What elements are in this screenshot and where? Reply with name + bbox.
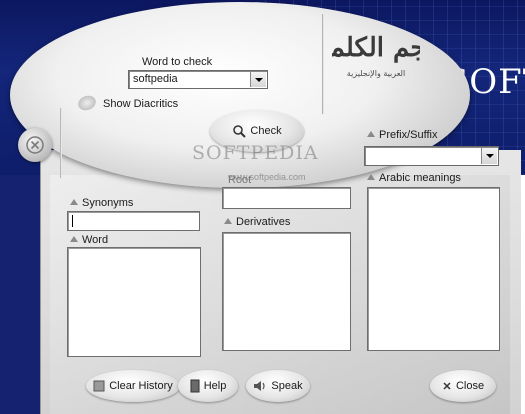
triangle-icon [70,236,78,242]
word-to-check-value: softpedia [133,73,178,85]
document-icon [93,380,105,392]
synonyms-label: Synonyms [70,197,133,209]
word-list[interactable] [67,247,201,357]
triangle-icon [367,131,375,137]
prefix-suffix-label: Prefix/Suffix [367,129,438,141]
close-label: Close [455,380,485,392]
check-button-label: Check [250,125,282,137]
clear-history-button[interactable]: Clear History [86,370,180,402]
root-label: Root [228,174,252,186]
text-caret [72,215,73,227]
logo-subtitle: العربية والإنجليزية [347,69,405,79]
word-label: Word [70,234,108,246]
speak-label: Speak [271,380,303,392]
speak-button[interactable]: Speak [246,370,310,402]
app-logo: مُعجم الكلمات العربية والإنجليزية [298,18,453,88]
book-icon [190,379,200,393]
watermark-text: SOFTPEDIA [192,142,319,164]
close-x-icon [443,382,451,390]
header-divider-left [60,108,62,178]
triangle-icon [367,174,375,180]
close-circle-button[interactable] [18,128,52,162]
help-button[interactable]: Help [178,370,238,402]
word-to-check-combo[interactable]: softpedia [128,70,268,89]
arabic-meanings-label: Arabic meanings [367,172,461,184]
arabic-meanings-list[interactable] [367,187,500,351]
speaker-icon [254,381,265,391]
show-diacritics-label[interactable]: Show Diacritics [103,98,178,110]
logo-calligraphy: مُعجم الكلمات العربية والإنجليزية [298,33,453,79]
header-divider [322,14,324,114]
root-input[interactable] [222,187,351,209]
prefix-suffix-combo[interactable] [364,146,499,166]
triangle-icon [224,218,232,224]
derivatives-list[interactable] [222,232,351,351]
clear-history-label: Clear History [109,380,173,392]
magnifier-icon [233,125,247,138]
synonyms-input[interactable] [67,211,200,231]
chevron-down-icon[interactable] [481,148,497,164]
help-label: Help [203,380,227,392]
chevron-down-icon[interactable] [250,72,266,87]
background-left-strip [0,175,40,414]
word-to-check-label: Word to check [142,56,213,68]
close-button[interactable]: Close [430,370,496,402]
logo-title: مُعجم الكلمات [332,33,420,63]
close-icon [26,136,44,154]
derivatives-label: Derivatives [224,216,290,228]
triangle-icon [70,199,78,205]
